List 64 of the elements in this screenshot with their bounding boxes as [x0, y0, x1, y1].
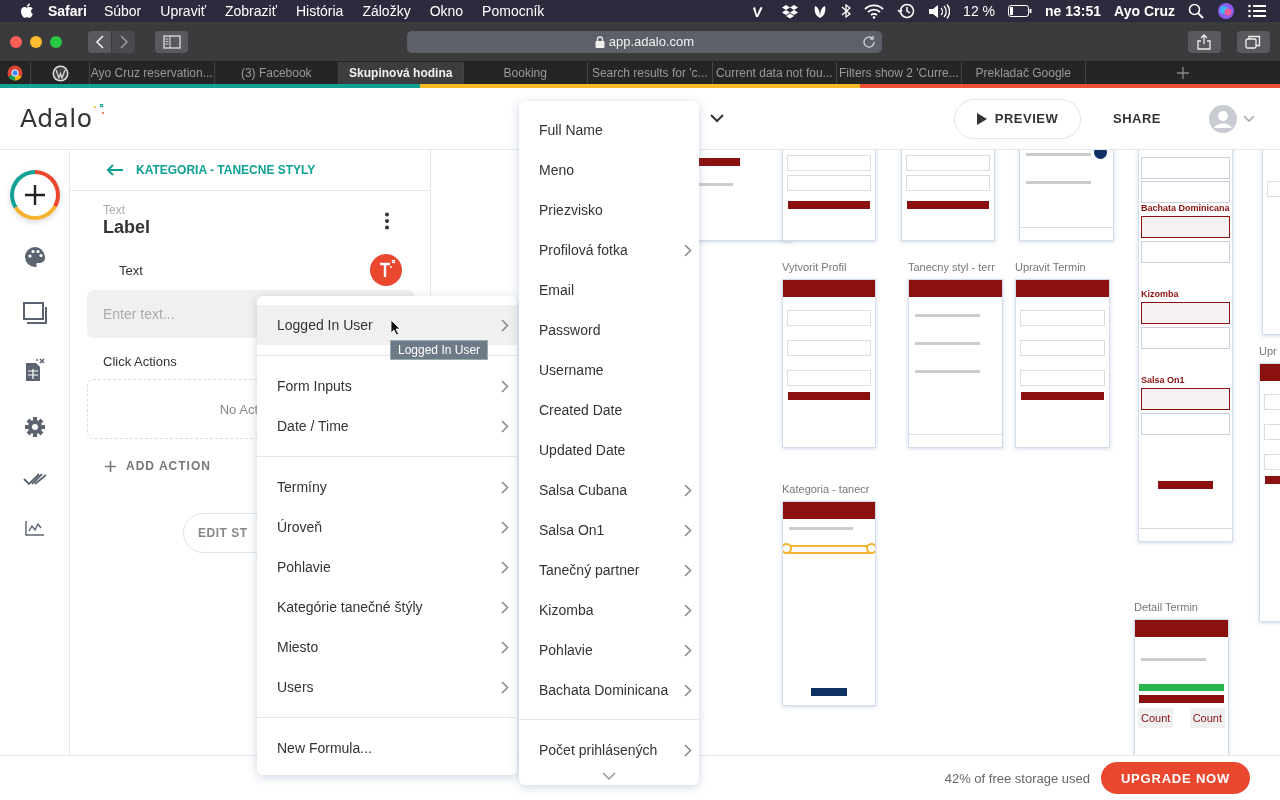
screen-thumbnail[interactable]: Count Count — [1134, 619, 1229, 755]
screen-title[interactable]: Upravit Termin — [1015, 261, 1086, 273]
menu-item[interactable]: Úroveň — [257, 507, 517, 547]
menu-item[interactable]: Bachata Dominicana — [519, 670, 699, 710]
add-action-button[interactable]: ADD ACTION — [105, 459, 211, 473]
menu-item[interactable]: Termíny — [257, 467, 517, 507]
field-label: Text — [118, 262, 143, 278]
menu-item[interactable]: Full Name — [519, 110, 699, 150]
menu-item[interactable]: Upraviť — [160, 3, 206, 19]
screen-title[interactable]: Detail Termin — [1134, 601, 1198, 613]
browser-tab[interactable]: Skupinová hodina — [339, 62, 464, 84]
menu-item[interactable]: Miesto — [257, 627, 517, 667]
menu-item[interactable]: Email — [519, 270, 699, 310]
menu-item[interactable]: Kategórie tanečné štýly — [257, 587, 517, 627]
screen-thumbnail[interactable]: Bachata Dominicana Kizomba Salsa On1 — [1138, 150, 1233, 542]
menu-item[interactable]: Username — [519, 350, 699, 390]
menu-item[interactable]: Logged In User — [257, 305, 517, 345]
menu-item[interactable]: Súbor — [103, 3, 142, 19]
list-heading: Kizomba — [1141, 289, 1179, 299]
component-type: Text — [103, 203, 126, 217]
count-label: Count — [1138, 708, 1174, 728]
menubar-clock[interactable]: ne 13:51 — [1045, 3, 1102, 19]
screen-title[interactable]: Tanecny styl - terr — [908, 261, 995, 273]
menu-item[interactable]: Počet prihlásených — [519, 730, 699, 770]
list-heading: Bachata Dominicana — [1141, 203, 1230, 213]
menu-item[interactable]: Safari — [48, 3, 87, 19]
menu-item[interactable]: Záložky — [362, 3, 411, 19]
menu-item[interactable]: Created Date — [519, 390, 699, 430]
list-heading: Salsa On1 — [1141, 375, 1185, 385]
menu-item[interactable]: Updated Date — [519, 430, 699, 470]
menu-item[interactable]: Salsa Cubana — [519, 470, 699, 510]
adalo-logo[interactable]: Adalo — [20, 104, 93, 133]
user-name[interactable]: Ayo Cruz — [1114, 3, 1175, 19]
menu-item[interactable]: História — [295, 3, 344, 19]
menu-item[interactable]: Pohlavie — [257, 547, 517, 587]
menu-item[interactable]: Kizomba — [519, 590, 699, 630]
menu-item[interactable]: Date / Time — [257, 406, 517, 446]
menu-item[interactable]: Zobraziť — [225, 3, 277, 19]
menu-item[interactable]: Pomocník — [482, 3, 545, 19]
menu-item[interactable]: Pohlavie — [519, 630, 699, 670]
section-label: Click Actions — [102, 354, 178, 369]
menu-item[interactable]: Form Inputs — [257, 366, 517, 406]
share-button[interactable]: SHARE — [1113, 111, 1161, 126]
menu-item[interactable]: Okno — [429, 3, 464, 19]
url-text: app.adalo.com — [608, 34, 695, 49]
menu-item[interactable]: Salsa On1 — [519, 510, 699, 550]
storage-usage: 42% of free storage used — [944, 770, 1090, 786]
component-name[interactable]: Label — [103, 217, 150, 238]
tooltip: Logged In User — [390, 340, 489, 360]
address-bar[interactable]: app.adalo.com — [407, 30, 882, 53]
empty-message: No Act — [219, 401, 259, 417]
battery-percent: 12 % — [963, 3, 995, 19]
menu-item[interactable]: Users — [257, 667, 517, 707]
menu-item[interactable]: Tanečný partner — [519, 550, 699, 590]
upgrade-button[interactable]: UPGRADE NOW — [1101, 762, 1250, 794]
menu-item[interactable]: Priezvisko — [519, 190, 699, 230]
screen-title[interactable]: Kategoria - tanecr — [782, 483, 870, 495]
menu-item[interactable]: Password — [519, 310, 699, 350]
screen-title[interactable]: Upr — [1259, 345, 1277, 357]
menu-item[interactable]: New Formula... — [257, 728, 517, 768]
menu-item[interactable]: Meno — [519, 150, 699, 190]
count-label: Count — [1189, 708, 1225, 728]
screen-title[interactable]: Vytvorit Profil — [782, 261, 847, 273]
menu-item[interactable]: Profilová fotka — [519, 230, 699, 270]
